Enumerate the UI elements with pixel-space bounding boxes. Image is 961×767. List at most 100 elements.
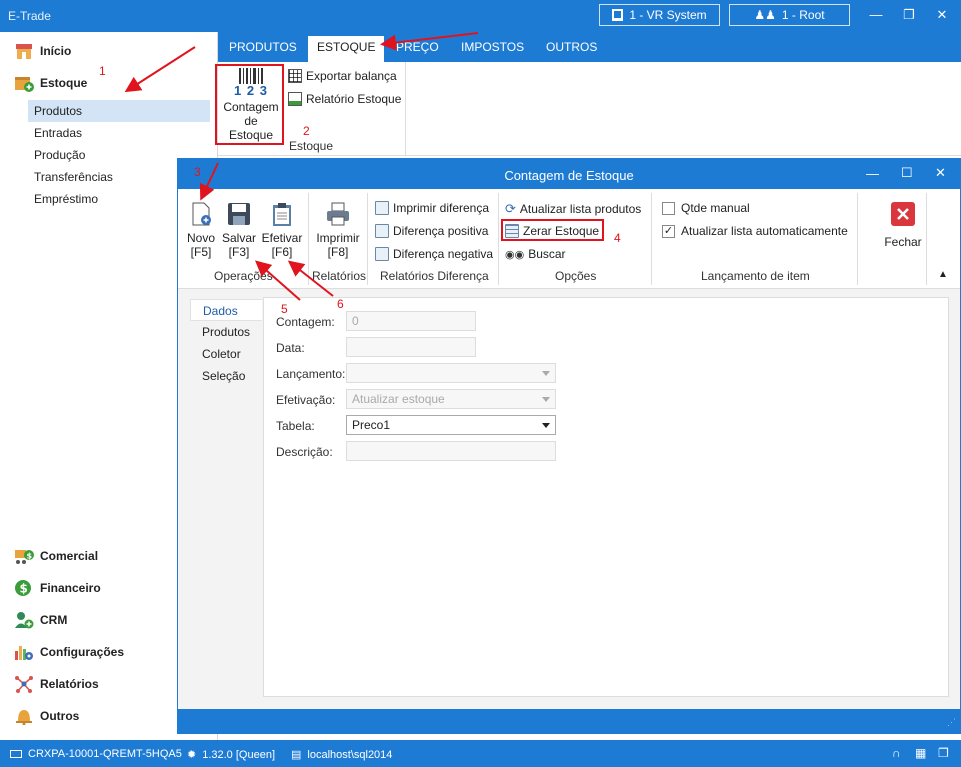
- floppy-icon: [226, 201, 252, 227]
- item-label: Buscar: [528, 247, 566, 261]
- item-label: Diferença positiva: [393, 224, 489, 238]
- relatorio-estoque-button[interactable]: Relatório Estoque: [288, 92, 401, 106]
- sidebar-module-financeiro[interactable]: $ Financeiro: [14, 579, 101, 597]
- magnet-icon[interactable]: ∩: [892, 746, 901, 760]
- fechar-button[interactable]: Fechar: [880, 201, 926, 249]
- module-label: Início: [40, 44, 72, 58]
- annotation-number: 5: [281, 302, 288, 316]
- annotation-number: 2: [303, 124, 310, 138]
- item-label: Imprimir diferença: [393, 201, 490, 215]
- sidebar-module-crm[interactable]: CRM: [14, 611, 67, 629]
- company-selector[interactable]: 1 - VR System: [599, 4, 720, 26]
- exportar-balanca-button[interactable]: Exportar balança: [288, 69, 397, 83]
- diferenca-negativa-button[interactable]: Diferença negativa: [375, 247, 493, 261]
- buscar-button[interactable]: ◉◉ Buscar: [505, 247, 566, 261]
- chevron-down-icon: [542, 423, 550, 428]
- tab-preco[interactable]: PREÇO: [396, 40, 439, 54]
- restore-icon[interactable]: ❐: [899, 6, 919, 24]
- sidebar-module-outros[interactable]: Outros: [14, 707, 79, 726]
- collapse-ribbon-icon[interactable]: ▲: [938, 269, 948, 280]
- atualizar-lista-button[interactable]: ⟳ Atualizar lista produtos: [505, 201, 641, 217]
- contagem-label: Contagem:: [276, 315, 335, 329]
- minimize-icon[interactable]: —: [866, 166, 879, 181]
- qtde-manual-checkbox[interactable]: [662, 202, 675, 215]
- group-opcoes-label: Opções: [555, 269, 597, 283]
- annotation-number: 3: [194, 165, 201, 179]
- module-label: CRM: [40, 613, 68, 627]
- tab-outros[interactable]: OUTROS: [546, 40, 597, 54]
- sidebar-item-produtos[interactable]: Produtos: [28, 100, 210, 122]
- ribbon: 1 2 3 Contagem de Estoque Exportar balan…: [218, 62, 961, 156]
- building-icon: [612, 9, 624, 21]
- nav-dados[interactable]: Dados: [190, 299, 262, 321]
- sidebar-module-relatorios[interactable]: Relatórios: [14, 675, 99, 693]
- users-icon: ♟♟: [754, 8, 776, 22]
- imprimir-button[interactable]: Imprimir [F8]: [314, 201, 362, 259]
- sidebar-module-estoque[interactable]: Estoque: [14, 74, 87, 92]
- salvar-button[interactable]: Salvar [F3]: [220, 201, 258, 259]
- atualizar-auto-checkbox[interactable]: ✓: [662, 225, 675, 238]
- imprimir-label: Imprimir: [316, 231, 360, 245]
- chevron-down-icon: [542, 371, 550, 376]
- sidebar-module-configuracoes[interactable]: Configurações: [14, 643, 124, 661]
- diferenca-positiva-button[interactable]: Diferença positiva: [375, 224, 488, 238]
- windows-icon[interactable]: ▦: [915, 746, 926, 760]
- svg-text:$: $: [20, 582, 28, 596]
- box-add-icon: [14, 74, 34, 92]
- nav-produtos[interactable]: Produtos: [190, 321, 262, 343]
- contagem-dialog: Contagem de Estoque — ☐ ✕ Novo [F5] Salv…: [177, 158, 961, 734]
- status-machine: CRXPA-10001-QREMT-5HQA5: [10, 748, 182, 760]
- relatorio-label: Relatório Estoque: [306, 92, 402, 106]
- clipboard-icon: [269, 201, 295, 227]
- group-estoque-label: Estoque: [289, 139, 334, 153]
- dialog-title-bar: Contagem de Estoque — ☐ ✕: [178, 159, 960, 189]
- machine-label: CRXPA-10001-QREMT-5HQA5: [28, 748, 182, 760]
- status-version: ✹ 1.32.0 [Queen]: [187, 748, 275, 762]
- annotation-number: 1: [99, 64, 106, 78]
- cart-dollar-icon: $: [14, 547, 34, 565]
- resize-grip-icon[interactable]: ⋰: [947, 717, 956, 728]
- efetivacao-label: Efetivação:: [276, 393, 336, 407]
- tab-impostos[interactable]: IMPOSTOS: [461, 40, 524, 54]
- annotation-number: 6: [337, 297, 344, 311]
- report-icon: [375, 224, 389, 238]
- maximize-icon[interactable]: ☐: [901, 165, 913, 181]
- close-icon[interactable]: ✕: [932, 6, 952, 24]
- divider: [926, 193, 927, 285]
- lancamento-select[interactable]: [346, 363, 556, 383]
- nav-selecao[interactable]: Seleção: [190, 365, 262, 387]
- item-label: Diferença negativa: [393, 247, 494, 261]
- novo-button[interactable]: Novo [F5]: [184, 201, 218, 259]
- descricao-field[interactable]: [346, 441, 556, 461]
- tab-estoque[interactable]: ESTOQUE: [308, 36, 385, 62]
- monitor-icon: [10, 750, 22, 758]
- data-field[interactable]: [346, 337, 476, 357]
- fechar-label: Fechar: [884, 235, 922, 249]
- sidebar-item-entradas[interactable]: Entradas: [28, 122, 210, 144]
- contagem-field[interactable]: 0: [346, 311, 476, 331]
- descricao-label: Descrição:: [276, 445, 333, 459]
- minimize-icon[interactable]: —: [866, 6, 886, 24]
- module-label: Configurações: [40, 645, 125, 659]
- group-operacoes-label: Operações: [214, 269, 273, 283]
- user-selector[interactable]: ♟♟ 1 - Root: [729, 4, 850, 26]
- nav-coletor[interactable]: Coletor: [190, 343, 262, 365]
- bell-icon: [14, 707, 34, 726]
- divider: [498, 193, 499, 285]
- efetivar-key: [F6]: [271, 245, 293, 259]
- sidebar-module-comercial[interactable]: $ Comercial: [14, 547, 98, 565]
- efetivacao-select[interactable]: Atualizar estoque: [346, 389, 556, 409]
- tab-produtos[interactable]: PRODUTOS: [229, 40, 297, 54]
- close-icon[interactable]: ✕: [935, 165, 946, 181]
- efetivacao-value: Atualizar estoque: [352, 392, 445, 406]
- sidebar-module-inicio[interactable]: Início: [14, 42, 71, 60]
- imprimir-diferenca-button[interactable]: Imprimir diferença: [375, 201, 489, 215]
- imprimir-key: [F8]: [327, 245, 349, 259]
- network-icon: [14, 675, 34, 693]
- efetivar-button[interactable]: Efetivar [F6]: [260, 201, 304, 259]
- tabela-select[interactable]: Preco1: [346, 415, 556, 435]
- cascade-icon[interactable]: ❐: [938, 746, 949, 760]
- version-label: 1.32.0 [Queen]: [202, 748, 275, 761]
- divider: [367, 193, 368, 285]
- report-icon: [375, 201, 389, 215]
